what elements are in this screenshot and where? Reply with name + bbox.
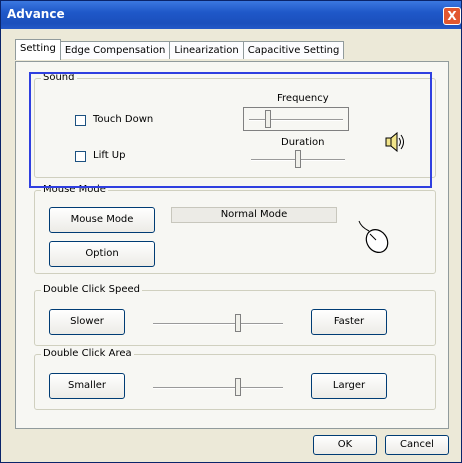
tab-capacitive-setting[interactable]: Capacitive Setting <box>242 41 345 59</box>
faster-button[interactable]: Faster <box>311 309 387 335</box>
advance-window: Advance X Setting Edge Compensation Line… <box>0 0 462 463</box>
close-button[interactable]: X <box>443 7 461 25</box>
double-click-area-thumb[interactable] <box>235 378 241 396</box>
double-click-speed-group: Double Click Speed Slower Faster <box>34 284 436 346</box>
tab-setting[interactable]: Setting <box>15 39 61 60</box>
double-click-area-label: Double Click Area <box>41 348 134 359</box>
highlight-box <box>29 72 432 188</box>
mouse-mode-display: Normal Mode <box>171 207 337 223</box>
tab-linearization[interactable]: Linearization <box>169 41 244 59</box>
double-click-speed-thumb[interactable] <box>235 314 241 332</box>
ok-button[interactable]: OK <box>313 435 377 455</box>
double-click-speed-label: Double Click Speed <box>41 284 142 295</box>
title-bar: Advance X <box>1 1 461 29</box>
tab-edge-compensation[interactable]: Edge Compensation <box>59 41 171 59</box>
double-click-speed-track <box>153 323 283 325</box>
tab-strip: Setting Edge Compensation Linearization … <box>15 39 345 61</box>
double-click-area-track <box>153 387 283 389</box>
mouse-mode-button[interactable]: Mouse Mode <box>49 207 155 233</box>
option-button[interactable]: Option <box>49 241 155 267</box>
larger-button[interactable]: Larger <box>311 373 387 399</box>
mouse-icon <box>355 219 395 255</box>
cancel-button[interactable]: Cancel <box>385 435 449 455</box>
mouse-mode-group: Mouse Mode Mouse Mode Normal Mode Option <box>34 184 436 274</box>
window-title: Advance <box>7 7 65 21</box>
slower-button[interactable]: Slower <box>49 309 125 335</box>
smaller-button[interactable]: Smaller <box>49 373 125 399</box>
double-click-area-group: Double Click Area Smaller Larger <box>34 348 436 410</box>
